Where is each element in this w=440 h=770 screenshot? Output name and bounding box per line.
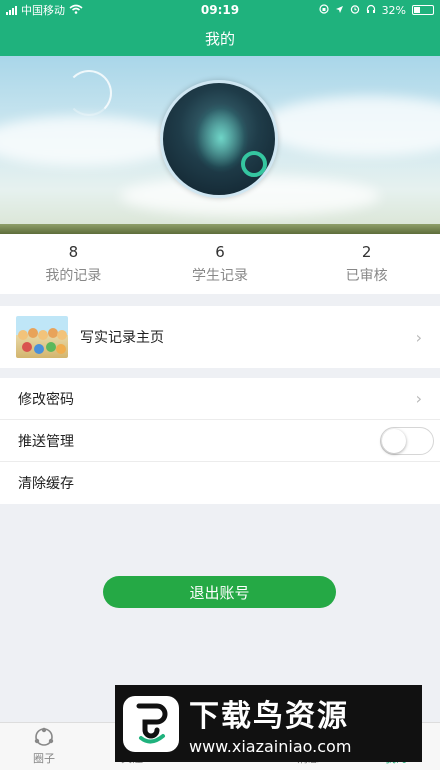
page-title: 我的: [204, 29, 235, 48]
change-password-item[interactable]: 修改密码 ›: [0, 378, 440, 420]
stat-label: 我的记录: [45, 268, 102, 284]
toggle-knob: [382, 428, 406, 453]
profile-header: 张五♂: [0, 56, 440, 234]
battery-percent: 32%: [381, 3, 407, 17]
push-management-label: 推送管理: [18, 433, 74, 450]
stat-value: 8: [68, 243, 79, 261]
stat-value: 6: [215, 243, 225, 261]
stats-bar: 8 我的记录 6 学生记录 2 已审核: [0, 234, 440, 294]
moon-decoration: [66, 70, 112, 116]
chevron-right-icon: ›: [415, 327, 422, 347]
status-bar: 中国移动 09:19 32%: [0, 0, 440, 20]
alarm-icon: [350, 4, 360, 17]
location-icon: [335, 4, 344, 17]
push-management-item: 推送管理: [0, 420, 440, 462]
record-homepage-item[interactable]: 写实记录主页 ›: [0, 306, 440, 368]
status-time: 09:19: [200, 3, 240, 17]
avatar[interactable]: [160, 80, 278, 198]
chevron-right-icon: ›: [415, 389, 422, 408]
cloud-decoration: [0, 116, 180, 166]
headphones-icon: [366, 4, 376, 17]
push-toggle[interactable]: [380, 426, 434, 455]
stat-value: 2: [361, 243, 372, 261]
cloud-decoration: [260, 96, 440, 156]
logout-label: 退出账号: [189, 583, 250, 602]
watermark-title: 下载鸟资源: [189, 699, 349, 734]
lock-rotation-icon: [318, 3, 329, 17]
avatar-ring: [241, 151, 267, 177]
stat-label: 学生记录: [192, 268, 248, 284]
wifi-icon: [69, 4, 83, 17]
tab-circle[interactable]: 圈子: [0, 723, 88, 770]
watermark-banner: 下载鸟资源 www.xiazainiao.com: [115, 685, 422, 762]
clear-cache-label: 清除缓存: [18, 476, 74, 492]
battery-icon: [412, 5, 435, 15]
stat-student-records[interactable]: 6 学生记录: [147, 234, 294, 294]
clear-cache-item[interactable]: 清除缓存: [0, 462, 440, 504]
signal-icon: [6, 5, 17, 15]
watermark-url: www.xiazainiao.com: [189, 737, 352, 756]
stat-reviewed[interactable]: 2 已审核: [293, 234, 440, 294]
class-photo-thumbnail: [16, 316, 68, 358]
record-homepage-label: 写实记录主页: [80, 330, 164, 346]
ground-decoration: [0, 224, 440, 234]
carrier-label: 中国移动: [21, 4, 65, 17]
change-password-label: 修改密码: [18, 391, 74, 408]
stat-my-records[interactable]: 8 我的记录: [0, 234, 147, 294]
bird-logo-icon: [123, 695, 179, 752]
nav-bar: 我的: [0, 20, 440, 56]
tab-label: 圈子: [33, 752, 55, 765]
settings-list: 修改密码 › 推送管理 清除缓存: [0, 378, 440, 504]
logout-button[interactable]: 退出账号: [103, 576, 336, 608]
stat-label: 已审核: [345, 268, 388, 284]
circle-icon: [32, 726, 56, 748]
